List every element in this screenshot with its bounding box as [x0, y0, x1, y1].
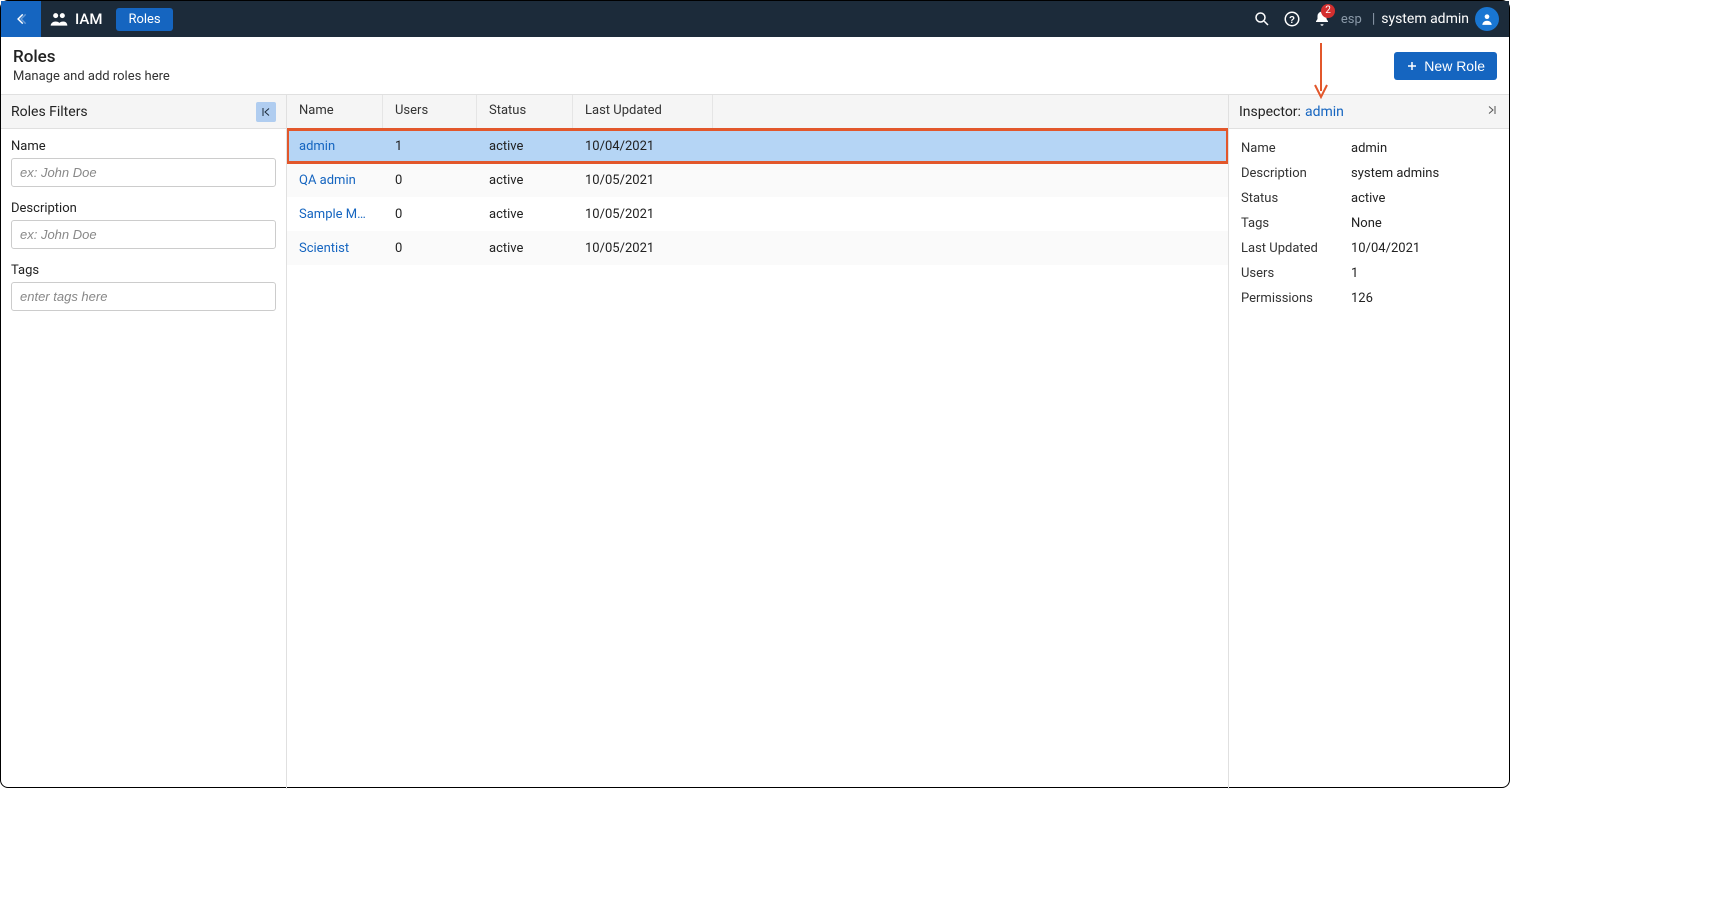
cell-status: active	[477, 233, 573, 264]
new-role-button-label: New Role	[1424, 58, 1485, 74]
user-avatar[interactable]	[1475, 7, 1499, 31]
expand-inspector-button[interactable]	[1485, 104, 1499, 119]
filters-title: Roles Filters	[11, 104, 88, 120]
inspector-field-key: Last Updated	[1241, 241, 1351, 256]
chevron-left-icon	[14, 12, 28, 26]
inspector-field: Statusactive	[1241, 191, 1497, 206]
table-row[interactable]: admin1active10/04/2021	[287, 129, 1228, 163]
table-row[interactable]: QA admin0active10/05/2021	[287, 163, 1228, 197]
col-name[interactable]: Name	[287, 95, 383, 128]
top-navbar: IAM Roles ? 2 esp | system admin	[1, 1, 1509, 37]
inspector-field-value: None	[1351, 216, 1497, 231]
cell-last: 10/04/2021	[573, 131, 713, 162]
inspector-panel: Inspector: admin NameadminDescriptionsys…	[1229, 95, 1509, 789]
col-last[interactable]: Last Updated	[573, 95, 713, 128]
filter-description-label: Description	[11, 201, 276, 216]
inspector-field: Users1	[1241, 266, 1497, 281]
roles-table: Name Users Status Last Updated admin1act…	[287, 95, 1229, 789]
cell-spacer	[713, 240, 1228, 256]
plus-icon	[1406, 60, 1418, 72]
collapse-filters-button[interactable]	[256, 102, 276, 122]
inspector-field-value: 10/04/2021	[1351, 241, 1497, 256]
current-user-label: system admin	[1381, 11, 1469, 27]
cell-spacer	[713, 138, 1228, 154]
table-header-row: Name Users Status Last Updated	[287, 95, 1228, 129]
notification-badge: 2	[1321, 4, 1335, 18]
inspector-field: Descriptionsystem admins	[1241, 166, 1497, 181]
tab-roles[interactable]: Roles	[116, 8, 172, 31]
page-title: Roles	[13, 47, 170, 67]
collapse-left-icon	[260, 106, 272, 118]
inspector-field-key: Description	[1241, 166, 1351, 181]
filter-tags-label: Tags	[11, 263, 276, 278]
filter-name-input[interactable]	[11, 158, 276, 187]
expand-right-icon	[1485, 104, 1499, 116]
inspector-field-key: Status	[1241, 191, 1351, 206]
person-icon	[1480, 12, 1494, 26]
col-status[interactable]: Status	[477, 95, 573, 128]
table-body: admin1active10/04/2021QA admin0active10/…	[287, 129, 1228, 265]
filter-name-label: Name	[11, 139, 276, 154]
col-users[interactable]: Users	[383, 95, 477, 128]
inspector-field-key: Name	[1241, 141, 1351, 156]
cell-users: 0	[383, 233, 477, 264]
main-content: Roles Filters Name Description Tags Name…	[1, 95, 1509, 789]
cell-name[interactable]: QA admin	[287, 165, 383, 196]
inspector-field-value: active	[1351, 191, 1497, 206]
cell-users: 1	[383, 131, 477, 162]
inspector-entity[interactable]: admin	[1305, 104, 1344, 120]
page-subtitle: Manage and add roles here	[13, 69, 170, 84]
cell-users: 0	[383, 199, 477, 230]
filters-header: Roles Filters	[1, 95, 286, 129]
inspector-field: Nameadmin	[1241, 141, 1497, 156]
back-button[interactable]	[1, 1, 41, 37]
inspector-field: Permissions126	[1241, 291, 1497, 306]
people-icon	[49, 9, 69, 29]
inspector-label: Inspector:	[1239, 104, 1301, 120]
app-label: IAM	[75, 10, 102, 28]
inspector-field-value: 126	[1351, 291, 1497, 306]
table-row[interactable]: Scientist0active10/05/2021	[287, 231, 1228, 265]
filters-panel: Roles Filters Name Description Tags	[1, 95, 287, 789]
separator: |	[1372, 11, 1375, 27]
filter-tags-input[interactable]	[11, 282, 276, 311]
inspector-header: Inspector: admin	[1229, 95, 1509, 129]
cell-spacer	[713, 172, 1228, 188]
cell-status: active	[477, 199, 573, 230]
language-label[interactable]: esp	[1341, 12, 1362, 27]
page-header: Roles Manage and add roles here New Role	[1, 37, 1509, 95]
cell-users: 0	[383, 165, 477, 196]
cell-last: 10/05/2021	[573, 233, 713, 264]
inspector-field: TagsNone	[1241, 216, 1497, 231]
filter-description-input[interactable]	[11, 220, 276, 249]
cell-last: 10/05/2021	[573, 199, 713, 230]
inspector-field-value: 1	[1351, 266, 1497, 281]
inspector-field: Last Updated10/04/2021	[1241, 241, 1497, 256]
inspector-field-key: Tags	[1241, 216, 1351, 231]
cell-name[interactable]: Scientist	[287, 233, 383, 264]
cell-status: active	[477, 131, 573, 162]
inspector-field-value: admin	[1351, 141, 1497, 156]
col-spacer	[713, 95, 1228, 128]
inspector-field-key: Permissions	[1241, 291, 1351, 306]
cell-name[interactable]: admin	[287, 131, 383, 162]
new-role-button[interactable]: New Role	[1394, 52, 1497, 80]
cell-last: 10/05/2021	[573, 165, 713, 196]
inspector-body: NameadminDescriptionsystem adminsStatusa…	[1229, 129, 1509, 328]
table-row[interactable]: Sample Manager0active10/05/2021	[287, 197, 1228, 231]
inspector-field-value: system admins	[1351, 166, 1497, 181]
cell-status: active	[477, 165, 573, 196]
notifications-icon[interactable]: 2	[1307, 1, 1337, 37]
inspector-field-key: Users	[1241, 266, 1351, 281]
cell-name[interactable]: Sample Manager	[287, 199, 383, 230]
cell-spacer	[713, 206, 1228, 222]
search-icon[interactable]	[1247, 1, 1277, 37]
svg-text:?: ?	[1289, 15, 1295, 26]
help-icon[interactable]: ?	[1277, 1, 1307, 37]
